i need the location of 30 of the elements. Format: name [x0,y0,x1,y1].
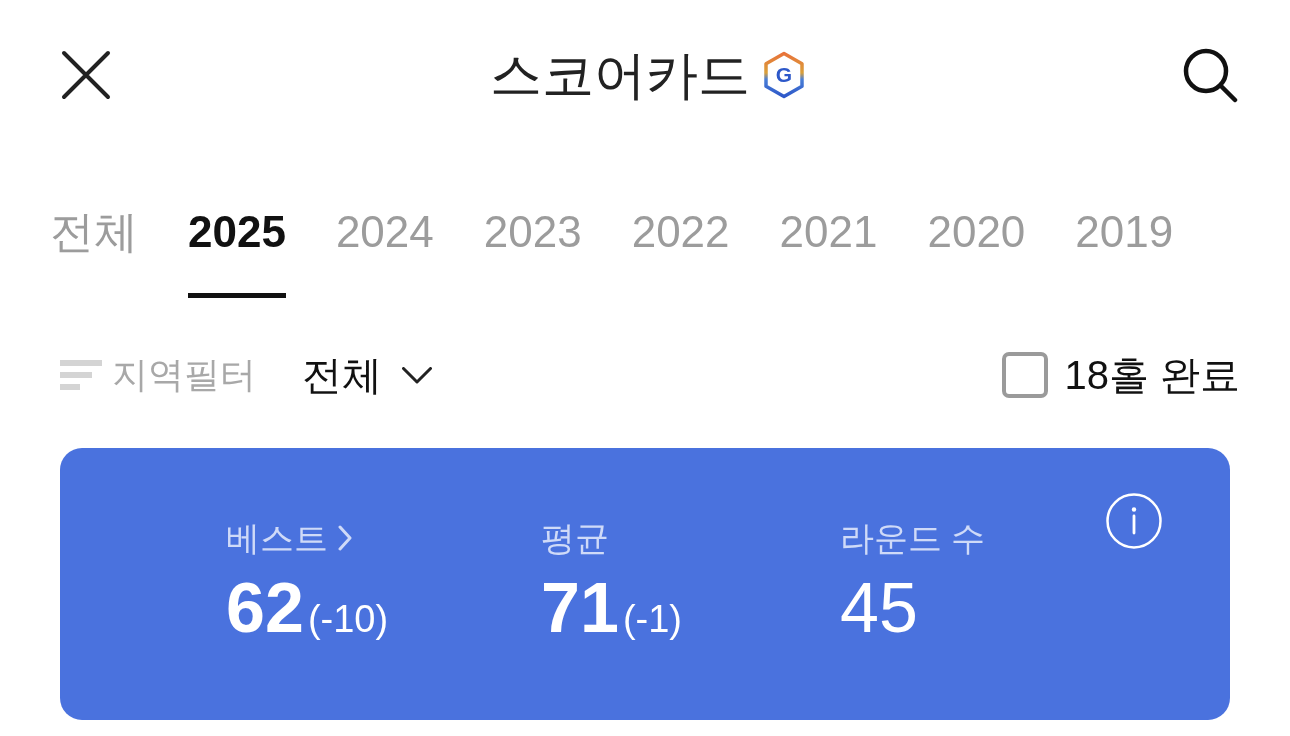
region-filter-label: 지역필터 [112,352,256,397]
stat-change: (-1) [622,598,682,641]
year-tab[interactable]: 2022 [631,206,730,298]
region-dropdown[interactable]: 전체 [302,347,432,403]
checkbox-label: 18홀 완료 [1064,351,1240,399]
stat-value: 45 [840,568,918,648]
chevron-down-icon [402,366,432,384]
year-tab[interactable]: 2025 [188,206,286,298]
year-tab[interactable]: 2021 [779,206,878,298]
filter-lines-icon [60,360,102,390]
search-icon [1182,47,1238,103]
year-tab[interactable]: 전체 [50,206,138,298]
stat-value: 62 [226,568,304,648]
year-tab[interactable]: 2024 [335,206,434,298]
info-icon [1106,493,1162,549]
year-tab[interactable]: 2023 [483,206,582,298]
year-tab[interactable]: 2019 [1075,206,1174,298]
stat-value: 71 [541,568,619,648]
search-button[interactable] [1182,47,1238,103]
info-button[interactable] [1106,493,1162,549]
stat-link-label[interactable]: 베스트 [226,518,328,558]
hexagon-badge: G [762,51,806,99]
stat-change: (-10) [307,598,389,641]
close-icon [61,50,111,100]
stat-label: 라운드 수 [840,518,986,558]
chevron-right-icon [338,525,352,551]
checkbox[interactable] [1002,352,1049,398]
year-tab[interactable]: 2020 [927,206,1026,298]
stat-label: 평균 [541,518,609,558]
page-title: 스코어카드 [490,45,750,105]
